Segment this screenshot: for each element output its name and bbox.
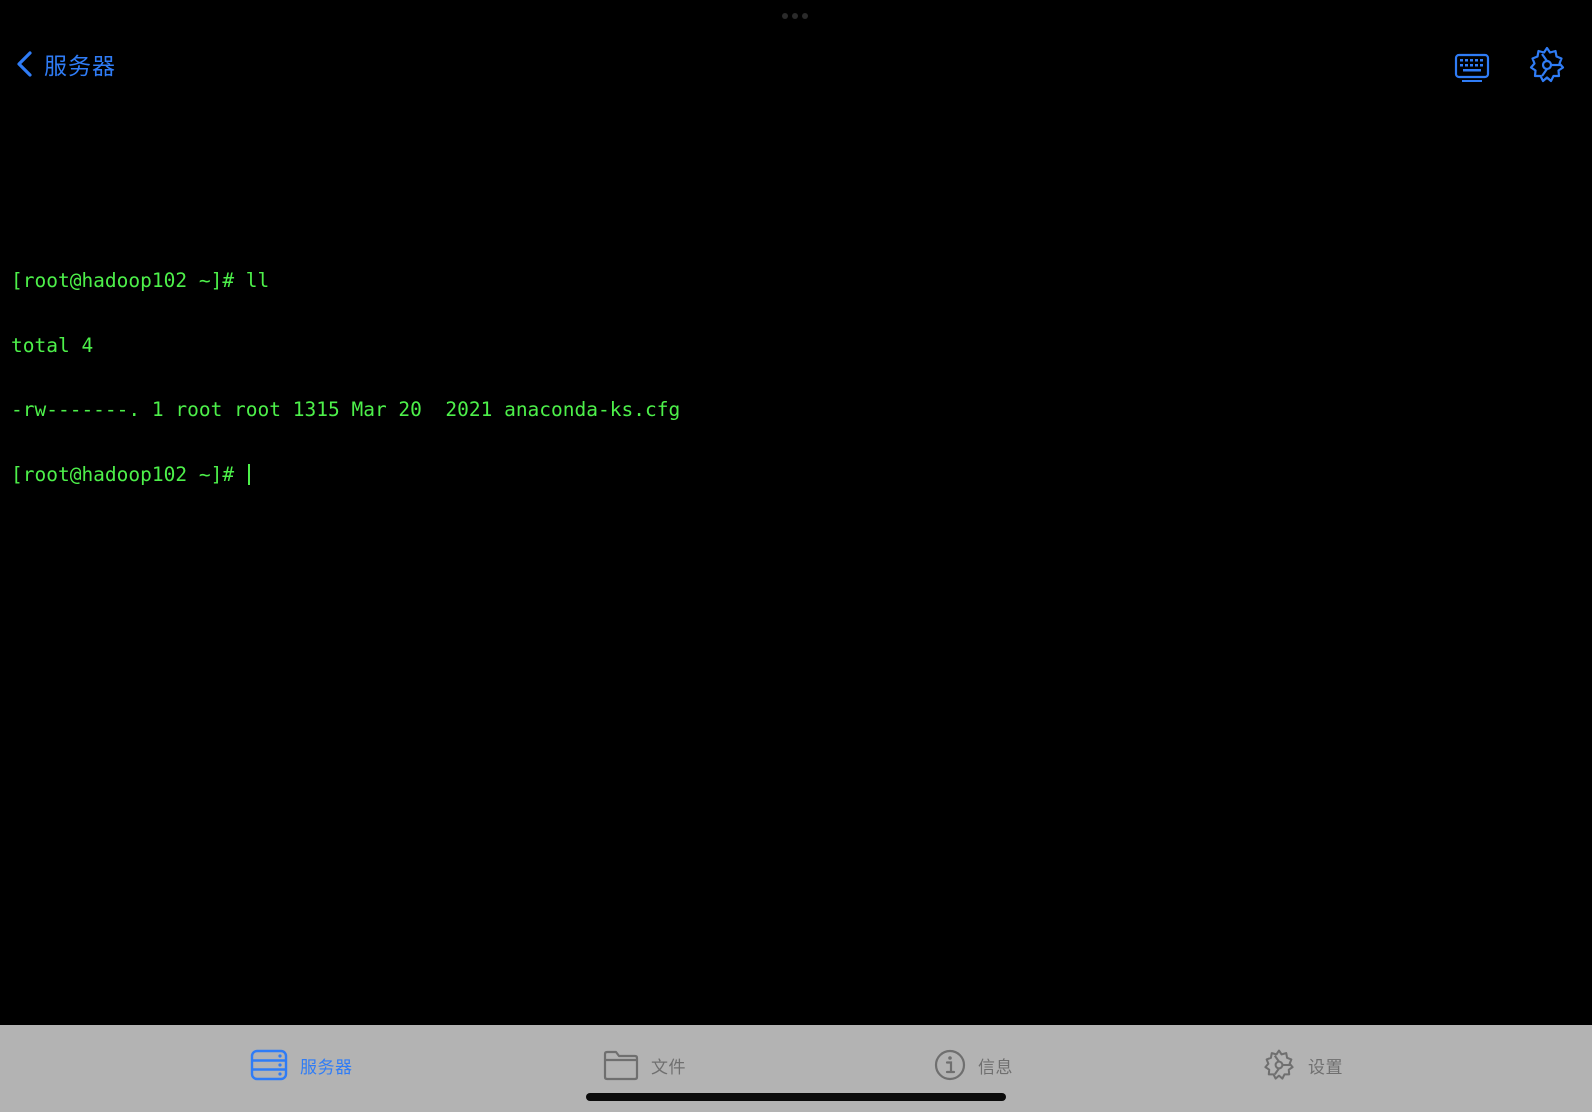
tab-files[interactable]: 文件 [603, 1045, 686, 1085]
terminal-line: total 4 [11, 333, 94, 357]
back-button[interactable]: 服务器 [14, 46, 116, 82]
back-button-label: 服务器 [44, 54, 116, 80]
chevron-left-icon [17, 51, 32, 77]
gear-icon [1264, 1049, 1294, 1080]
home-indicator[interactable] [586, 1093, 1006, 1101]
ssh-terminal-screen: 服务器 [root@hadoop102 ~]# ll total 4 -rw--… [0, 0, 1592, 1112]
info-icon [934, 1049, 966, 1081]
terminal-line: -rw-------. 1 root root 1315 Mar 20 2021… [11, 398, 681, 421]
folder-icon [603, 1050, 639, 1081]
tab-server[interactable]: 服务器 [250, 1045, 353, 1085]
tab-bar: 服务器 文件 信息 设置 [0, 1025, 1592, 1112]
tab-info[interactable]: 信息 [934, 1045, 1013, 1085]
tab-settings-label: 设置 [1308, 1057, 1343, 1078]
keyboard-icon[interactable] [1452, 46, 1492, 86]
text-cursor [247, 463, 250, 485]
terminal-line: [root@hadoop102 ~]# ll [11, 269, 270, 292]
tab-info-label: 信息 [978, 1057, 1013, 1078]
tab-settings[interactable]: 设置 [1262, 1045, 1343, 1085]
terminal-output[interactable]: [root@hadoop102 ~]# ll total 4 -rw------… [11, 227, 1581, 528]
tab-files-label: 文件 [651, 1057, 686, 1078]
multitasking-indicator[interactable] [782, 13, 808, 19]
terminal-prompt-line: [root@hadoop102 ~]# [11, 462, 1581, 486]
gear-icon[interactable] [1527, 45, 1567, 85]
terminal-prompt: [root@hadoop102 ~]# [11, 462, 246, 486]
tab-server-label: 服务器 [300, 1057, 353, 1078]
server-icon [250, 1049, 288, 1081]
